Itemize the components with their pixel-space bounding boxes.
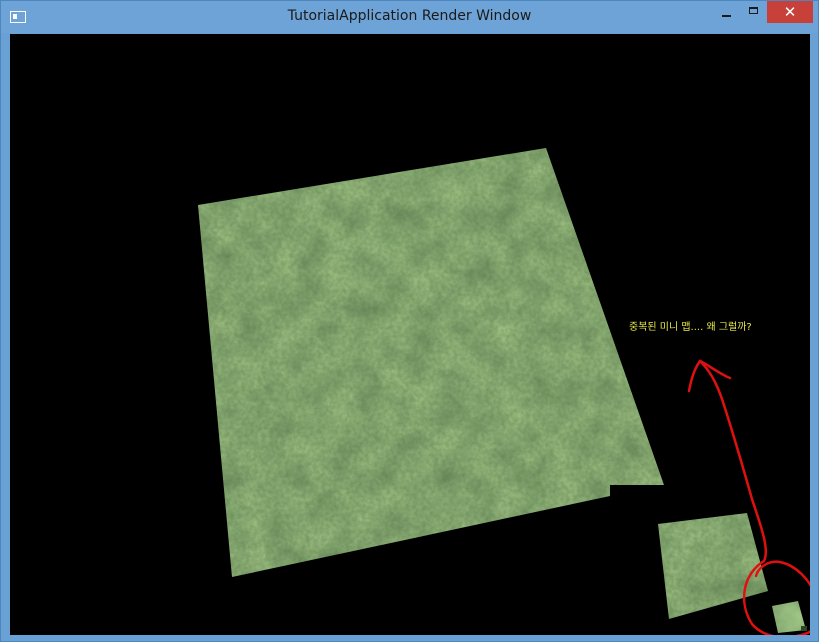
duplicated-minimap-caption: 중복된 미니 맵.... 왜 그럴까? [629, 322, 752, 333]
scene [198, 148, 810, 635]
minimize-button[interactable] [714, 1, 739, 23]
minimap-duplicate [772, 601, 807, 633]
render-window: TutorialApplication Render Window ✕ 중복된 … [0, 0, 819, 642]
title-bar[interactable]: TutorialApplication Render Window ✕ [1, 1, 818, 33]
close-button[interactable]: ✕ [767, 1, 813, 23]
terrain-main [198, 148, 664, 577]
window-title: TutorialApplication Render Window [287, 8, 532, 24]
render-viewport[interactable]: 중복된 미니 맵.... 왜 그럴까? [10, 34, 810, 635]
close-icon: ✕ [783, 3, 797, 21]
minimap-large [658, 513, 768, 619]
maximize-button[interactable] [741, 1, 766, 23]
